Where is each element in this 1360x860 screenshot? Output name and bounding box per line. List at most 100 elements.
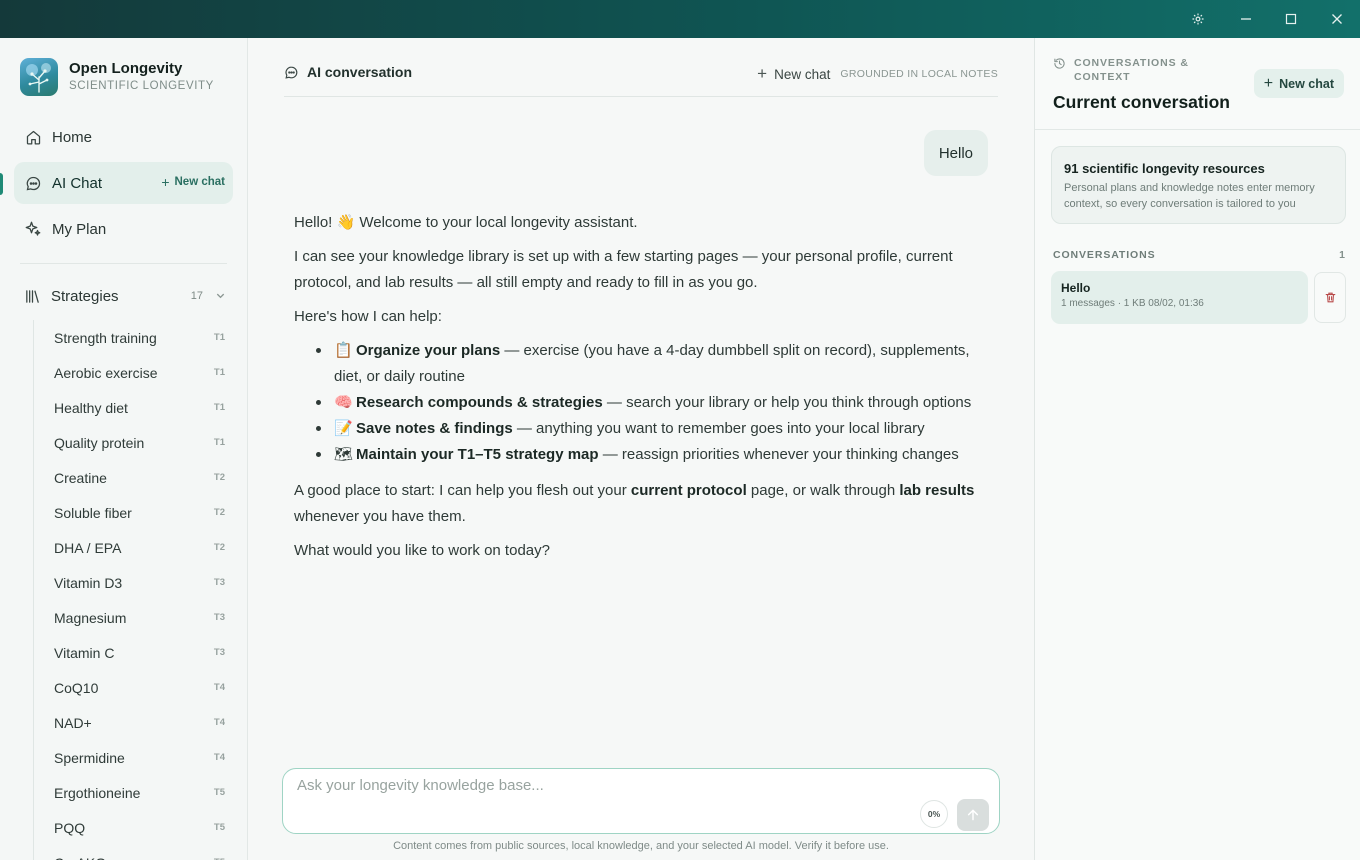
chat-composer: 0% xyxy=(282,768,1000,834)
strategy-tier-badge: T4 xyxy=(213,752,225,763)
brand[interactable]: Open Longevity SCIENTIFIC LONGEVITY xyxy=(20,58,214,96)
strategy-name: NAD+ xyxy=(54,714,92,731)
send-button[interactable] xyxy=(957,799,989,831)
strategy-item[interactable]: Ca-AKGT5 xyxy=(34,845,233,860)
context-eyebrow: CONVERSATIONS & CONTEXT xyxy=(1053,56,1189,84)
home-icon xyxy=(24,128,42,146)
strategy-item[interactable]: Strength training T1 xyxy=(34,320,233,355)
resources-title: 91 scientific longevity resources xyxy=(1064,161,1265,176)
brand-subtitle: SCIENTIFIC LONGEVITY xyxy=(69,80,214,92)
logo-tree-icon xyxy=(20,58,58,96)
plus-icon: + xyxy=(161,174,170,190)
chat-icon xyxy=(24,174,42,192)
conversations-label: CONVERSATIONS xyxy=(1053,249,1156,261)
strategies-list: Strength training T1 Aerobic exercise T1 Hea… xyxy=(33,320,233,860)
strategy-name: Spermidine xyxy=(54,749,125,766)
current-conversation-title: Current conversation xyxy=(1053,92,1230,112)
strategy-tier-badge: T2 xyxy=(213,472,225,483)
sidebar-new-chat-button[interactable]: + New chat xyxy=(161,174,225,190)
nav-ai-chat[interactable]: AI Chat + New chat xyxy=(14,162,233,204)
strategy-item[interactable]: DHA / EPA T2 xyxy=(34,530,233,565)
conversations-count: 1 xyxy=(1339,249,1345,261)
panel-new-chat-button[interactable]: + New chat xyxy=(1253,69,1344,98)
strategy-name: Ergothioneine xyxy=(54,784,141,801)
delete-conversation-button[interactable] xyxy=(1314,272,1346,323)
strategy-item[interactable]: Creatine T2 xyxy=(34,460,233,495)
strategy-item[interactable]: Healthy diet T1 xyxy=(34,390,233,425)
strategy-item[interactable]: PQQ T5 xyxy=(34,810,233,845)
strategy-name: PQQ xyxy=(54,819,86,836)
strategy-item[interactable]: Spermidine T4 xyxy=(34,740,233,775)
bullet-emoji-icon: 🧠 xyxy=(334,394,353,411)
grounded-badge: GROUNDED IN LOCAL NOTES xyxy=(840,68,998,80)
reply-bullet-list: 📋 Organize your plans — exercise (you hav… xyxy=(316,338,984,468)
conversation-meta: 1 messages · 1 KB 08/02, 01:36 xyxy=(1061,298,1204,309)
disclaimer: Content comes from public sources, local… xyxy=(393,840,889,852)
conversations-header: CONVERSATIONS 1 xyxy=(1053,249,1345,261)
strategy-item[interactable]: CoQ10 T4 xyxy=(34,670,233,705)
library-icon xyxy=(24,288,41,305)
eyebrow-line-2: CONTEXT xyxy=(1074,71,1131,83)
nav-my-plan[interactable]: My Plan xyxy=(14,208,233,250)
nav-home[interactable]: Home xyxy=(14,116,233,158)
resources-description: Personal plans and knowledge notes enter… xyxy=(1064,182,1315,210)
chat-input[interactable] xyxy=(297,777,897,803)
header-new-chat-button[interactable]: + New chat xyxy=(757,64,830,84)
context-usage-indicator: 0% xyxy=(920,800,948,828)
assistant-message: Hello! 👋 Welcome to your local longevity… xyxy=(294,210,984,572)
strategy-tier-badge: T1 xyxy=(213,402,225,413)
settings-gear-icon[interactable] xyxy=(1175,0,1221,38)
strategy-item[interactable]: Soluble fiber T2 xyxy=(34,495,233,530)
strategy-tier-badge: T3 xyxy=(213,647,225,658)
strategy-name: Healthy diet xyxy=(54,399,128,416)
strategy-tier-badge: T5 xyxy=(213,787,225,798)
maximize-icon[interactable] xyxy=(1268,0,1314,38)
strategy-item[interactable]: Aerobic exercise T1 xyxy=(34,355,233,390)
chat-header: AI conversation + New chat GROUNDED IN L… xyxy=(284,60,998,97)
bullet-emoji-icon: 📋 xyxy=(334,342,353,359)
strategy-name: Quality protein xyxy=(54,434,145,451)
strategy-tier-badge: T3 xyxy=(213,577,225,588)
chevron-down-icon[interactable] xyxy=(215,288,226,305)
strategies-label: Strategies xyxy=(51,287,119,305)
history-icon xyxy=(1053,57,1066,74)
strategy-item[interactable]: NAD+ T4 xyxy=(34,705,233,740)
strategies-section-header[interactable]: Strategies 17 xyxy=(24,281,226,311)
strategy-tier-badge: T1 xyxy=(213,437,225,448)
reply-bullet: 🧠 Research compounds & strategies — searc… xyxy=(316,390,984,416)
strategy-name: CoQ10 xyxy=(54,679,99,696)
nav-ai-chat-label: AI Chat xyxy=(52,174,103,192)
strategy-tier-badge: T1 xyxy=(213,367,225,378)
window-titlebar xyxy=(0,0,1360,38)
sparkle-icon xyxy=(24,220,42,238)
reply-bullet: 📋 Organize your plans — exercise (you hav… xyxy=(316,338,984,390)
strategy-tier-badge: T4 xyxy=(213,717,225,728)
user-message: Hello xyxy=(923,130,988,176)
header-new-chat-label: New chat xyxy=(774,66,831,82)
eyebrow-line-1: CONVERSATIONS & xyxy=(1074,57,1189,69)
strategy-name: Creatine xyxy=(54,469,107,486)
minimize-icon[interactable] xyxy=(1223,0,1269,38)
panel-new-chat-label: New chat xyxy=(1279,76,1334,91)
conversation-item[interactable]: Hello 1 messages · 1 KB 08/02, 01:36 xyxy=(1051,271,1308,324)
strategy-tier-badge: T4 xyxy=(213,682,225,693)
strategy-name: Vitamin D3 xyxy=(54,574,123,591)
strategy-item[interactable]: Ergothioneine T5 xyxy=(34,775,233,810)
context-panel-header: CONVERSATIONS & CONTEXT Current conversat… xyxy=(1035,38,1360,130)
strategy-item[interactable]: Magnesium T3 xyxy=(34,600,233,635)
reply-greeting: Hello! 👋 Welcome to your local longevity… xyxy=(294,214,638,231)
strategy-name: Strength training xyxy=(54,329,157,346)
strategy-item[interactable]: Vitamin C T3 xyxy=(34,635,233,670)
plus-icon: + xyxy=(1263,74,1274,92)
close-icon[interactable] xyxy=(1314,0,1360,38)
reply-question: What would you like to work on today? xyxy=(294,542,550,559)
strategy-tier-badge: T5 xyxy=(213,822,225,833)
strategy-item[interactable]: Vitamin D3 T3 xyxy=(34,565,233,600)
chat-title: AI conversation xyxy=(284,64,412,80)
strategy-item[interactable]: Quality protein T1 xyxy=(34,425,233,460)
reply-intro: I can see your knowledge library is set … xyxy=(294,248,953,291)
reply-help-lead: Here's how I can help: xyxy=(294,308,442,325)
chat-title-label: AI conversation xyxy=(307,64,413,80)
nav-home-label: Home xyxy=(52,128,93,146)
reply-start: A good place to start: I can help you fl… xyxy=(294,482,975,525)
